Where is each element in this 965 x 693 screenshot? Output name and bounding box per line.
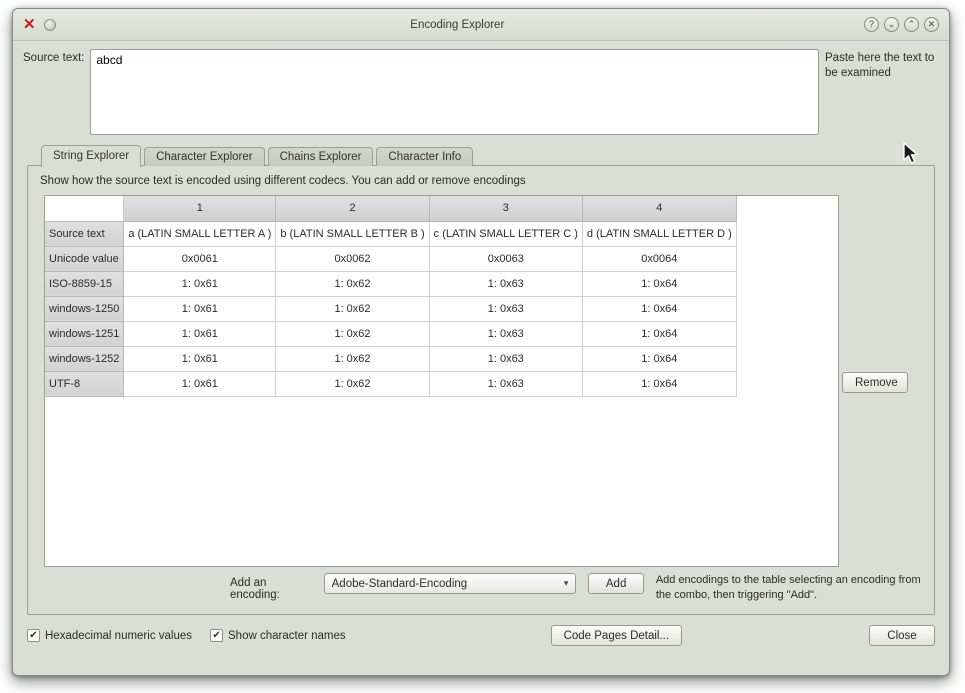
table-row: windows-1251 1: 0x61 1: 0x62 1: 0x63 1: …: [45, 320, 737, 347]
table-cell[interactable]: 1: 0x62: [275, 370, 430, 397]
table-corner: [45, 196, 125, 222]
add-encoding-hint: Add encodings to the table selecting an …: [655, 574, 921, 601]
table-row: ISO-8859-15 1: 0x61 1: 0x62 1: 0x63 1: 0…: [45, 270, 737, 297]
close-dialog-button[interactable]: Close: [869, 625, 935, 646]
show-character-names-checkbox[interactable]: ✔ Show character names: [210, 629, 346, 642]
footer-bar: ✔ Hexadecimal numeric values ✔ Show char…: [13, 615, 949, 646]
table-cell[interactable]: 1: 0x64: [581, 295, 737, 322]
table-cell[interactable]: 1: 0x62: [275, 320, 430, 347]
tab-character-info[interactable]: Character Info: [376, 147, 474, 166]
row-header[interactable]: windows-1252: [45, 345, 125, 372]
show-character-names-checkbox-label: Show character names: [228, 629, 346, 642]
paste-hint-text: Paste here the text to be examined: [825, 52, 935, 79]
row-header[interactable]: ISO-8859-15: [45, 270, 125, 297]
table-cell[interactable]: 1: 0x63: [428, 295, 583, 322]
table-cell[interactable]: 1: 0x64: [581, 320, 737, 347]
table-cell[interactable]: c (LATIN SMALL LETTER C ): [428, 220, 583, 247]
shade-up-button[interactable]: ⌃: [904, 17, 919, 32]
table-cell[interactable]: 1: 0x63: [428, 345, 583, 372]
chevron-down-icon: ▾: [563, 578, 569, 589]
table-cell[interactable]: 0x0063: [428, 245, 583, 272]
row-header[interactable]: UTF-8: [45, 370, 125, 397]
close-window-icon[interactable]: ✕: [23, 17, 36, 32]
tab-chains-explorer[interactable]: Chains Explorer: [267, 147, 374, 166]
tab-string-explorer[interactable]: String Explorer: [41, 145, 142, 167]
close-button[interactable]: ✕: [924, 17, 939, 32]
source-text-input[interactable]: abcd: [90, 49, 819, 135]
table-cell[interactable]: 1: 0x61: [123, 270, 277, 297]
table-row: Unicode value 0x0061 0x0062 0x0063 0x006…: [45, 245, 737, 272]
table-row: windows-1252 1: 0x61 1: 0x62 1: 0x63 1: …: [45, 345, 737, 372]
row-header[interactable]: windows-1251: [45, 320, 125, 347]
table-cell[interactable]: b (LATIN SMALL LETTER B ): [275, 220, 430, 247]
table-cell[interactable]: d (LATIN SMALL LETTER D ): [581, 220, 737, 247]
encodings-table: 1 2 3 4 Source text a (LATIN SMALL LETTE…: [44, 195, 839, 567]
source-area: Source text: abcd Paste here the text to…: [13, 41, 949, 143]
help-button[interactable]: ?: [864, 17, 879, 32]
window-menu-icon[interactable]: [43, 18, 56, 31]
panel-description: Show how the source text is encoded usin…: [40, 175, 526, 187]
table-cell[interactable]: 1: 0x61: [123, 370, 277, 397]
table-cell[interactable]: 1: 0x63: [428, 370, 583, 397]
table-cell[interactable]: 1: 0x64: [581, 270, 737, 297]
add-encoding-label: Add an encoding:: [230, 577, 280, 602]
add-button[interactable]: Add: [588, 573, 644, 595]
table-row: UTF-8 1: 0x61 1: 0x62 1: 0x63 1: 0x64: [45, 370, 737, 397]
row-header[interactable]: windows-1250: [45, 295, 125, 322]
table-row: Source text a (LATIN SMALL LETTER A ) b …: [45, 220, 737, 247]
add-encoding-row: Add an encoding: Adobe-Standard-Encoding…: [28, 573, 934, 602]
table-cell[interactable]: 1: 0x63: [428, 320, 583, 347]
titlebar: ✕ Encoding Explorer ? ⌄ ⌃ ✕: [13, 9, 949, 41]
column-header[interactable]: 1: [123, 196, 277, 222]
string-explorer-panel: Show how the source text is encoded usin…: [27, 165, 935, 615]
tab-bar: String Explorer Character Explorer Chain…: [41, 143, 949, 167]
table-cell[interactable]: 1: 0x62: [275, 345, 430, 372]
table-cell[interactable]: 1: 0x61: [123, 320, 277, 347]
table-cell[interactable]: 0x0064: [581, 245, 737, 272]
table-cell[interactable]: a (LATIN SMALL LETTER A ): [123, 220, 277, 247]
encoding-explorer-window: ✕ Encoding Explorer ? ⌄ ⌃ ✕ Source text:…: [12, 8, 950, 676]
table-cell[interactable]: 1: 0x61: [123, 295, 277, 322]
column-header[interactable]: 2: [275, 196, 430, 222]
encoding-combobox-value: Adobe-Standard-Encoding: [331, 577, 468, 590]
table-cell[interactable]: 1: 0x63: [428, 270, 583, 297]
window-title: Encoding Explorer: [410, 18, 505, 31]
shade-down-button[interactable]: ⌄: [884, 17, 899, 32]
table-cell[interactable]: 1: 0x62: [275, 270, 430, 297]
checkbox-checked-icon: ✔: [210, 629, 224, 642]
table-cell[interactable]: 1: 0x61: [123, 345, 277, 372]
table-row: windows-1250 1: 0x61 1: 0x62 1: 0x63 1: …: [45, 295, 737, 322]
table-cell[interactable]: 0x0061: [123, 245, 277, 272]
table-header-row: 1 2 3 4: [45, 196, 737, 222]
table-cell[interactable]: 0x0062: [275, 245, 430, 272]
checkbox-checked-icon: ✔: [27, 629, 40, 642]
tab-character-explorer[interactable]: Character Explorer: [144, 147, 265, 166]
column-header[interactable]: 3: [428, 196, 583, 222]
row-header[interactable]: Unicode value: [45, 245, 125, 272]
table-cell[interactable]: 1: 0x62: [275, 295, 430, 322]
source-text-label: Source text:: [23, 52, 85, 64]
encoding-combobox[interactable]: Adobe-Standard-Encoding ▾: [323, 573, 577, 595]
table-cell[interactable]: 1: 0x64: [581, 370, 737, 397]
table-cell[interactable]: 1: 0x64: [581, 345, 737, 372]
column-header[interactable]: 4: [581, 196, 737, 222]
code-pages-detail-button[interactable]: Code Pages Detail...: [550, 625, 683, 646]
row-header[interactable]: Source text: [45, 220, 125, 247]
remove-button[interactable]: Remove: [842, 372, 908, 393]
hexadecimal-checkbox-label: Hexadecimal numeric values: [45, 629, 193, 642]
hexadecimal-checkbox[interactable]: ✔ Hexadecimal numeric values: [27, 629, 192, 642]
